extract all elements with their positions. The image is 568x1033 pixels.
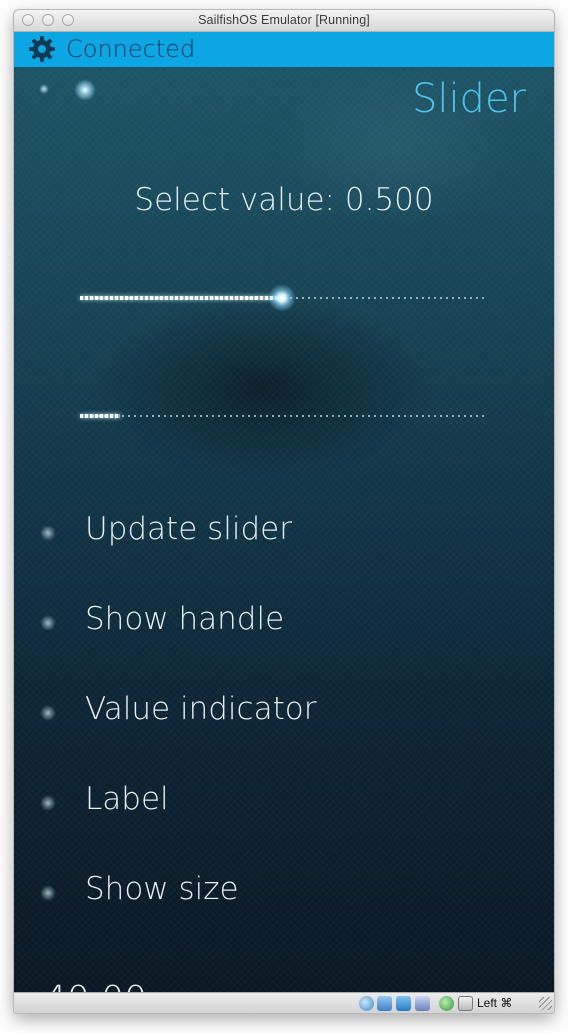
switch-indicator-icon [40,705,56,721]
switch-update-slider[interactable]: Update slider [14,499,554,569]
network-icon[interactable] [377,996,392,1011]
switch-value-indicator[interactable]: Value indicator [14,679,554,749]
shared-folder-icon[interactable] [396,996,411,1011]
emulator-window: SailfishOS Emulator [Running] Connected … [14,10,554,1013]
pulley-menu-indicator-dot [39,84,49,94]
switch-show-size[interactable]: Show size [14,859,554,929]
slider-fill [80,296,282,300]
switch-indicator-icon [40,615,56,631]
switch-label: Label [85,781,169,817]
secondary-slider[interactable] [80,401,484,431]
display-icon[interactable] [415,996,430,1011]
slider-handle[interactable] [268,284,296,312]
switch-label: Show handle [85,601,285,637]
window-title: SailfishOS Emulator [Running] [198,13,370,27]
title-bar[interactable]: SailfishOS Emulator [Running] [14,10,554,32]
connection-status-text: Connected [66,35,196,63]
pulley-menu-indicator-glow [74,79,96,101]
slider-value-label: Select value: 0.500 [134,182,434,218]
page-title: Slider [411,76,526,122]
hard-disk-icon[interactable] [359,996,374,1011]
connection-status-bar: Connected [14,32,554,67]
host-key-label: Left ⌘ [477,996,513,1010]
usb-icon[interactable] [439,996,454,1011]
switch-indicator-icon [40,885,56,901]
switch-indicator-icon [40,795,56,811]
primary-slider[interactable] [80,283,484,313]
virtualbox-status-bar: Left ⌘ [14,992,554,1013]
mouse-integration-icon[interactable] [458,996,473,1011]
resize-grip-icon[interactable] [539,997,552,1010]
switch-show-handle[interactable]: Show handle [14,589,554,659]
device-screen[interactable]: Slider Select value: 0.500 Update slider… [14,67,554,992]
slider-track [80,415,484,417]
switch-label: Update slider [85,511,292,547]
bottom-value-text: 40.00 [44,979,147,992]
gear-icon[interactable] [28,35,56,63]
switch-indicator-icon [40,525,56,541]
slider-fill [80,414,121,418]
switch-label-toggle[interactable]: Label [14,769,554,839]
switch-label: Value indicator [85,691,317,727]
switch-label: Show size [85,871,239,907]
